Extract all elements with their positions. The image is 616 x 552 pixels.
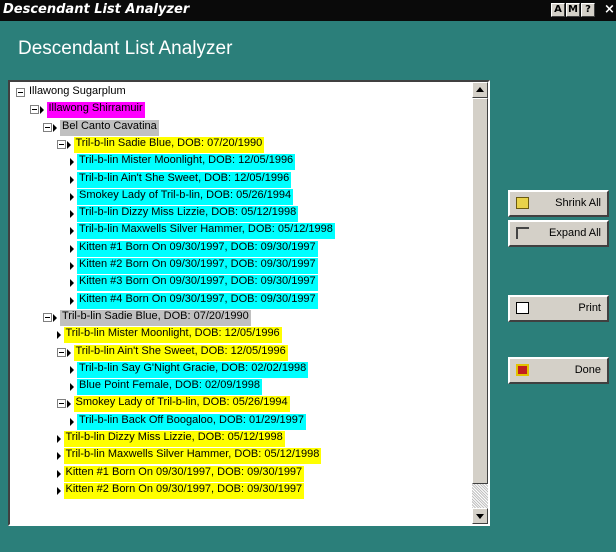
tree-node-label: Kitten #3 Born On 09/30/1997, DOB: 09/30… bbox=[77, 275, 318, 292]
collapse-toggle-icon[interactable] bbox=[43, 312, 52, 322]
tree-node-label: Tril-b-lin Ain't She Sweet, DOB: 12/05/1… bbox=[73, 344, 288, 361]
node-arrow-icon bbox=[66, 348, 71, 357]
collapse-toggle-icon[interactable] bbox=[56, 139, 66, 149]
tree-node-label: Blue Point Female, DOB: 02/09/1998 bbox=[77, 379, 262, 396]
done-button[interactable]: Done bbox=[508, 357, 609, 384]
collapse-toggle-icon[interactable] bbox=[29, 105, 39, 115]
node-arrow-icon bbox=[66, 140, 71, 149]
node-arrow-icon bbox=[70, 175, 74, 184]
node-arrow-icon bbox=[39, 106, 44, 115]
tree-node-label: Tril-b-lin Maxwells Silver Hammer, DOB: … bbox=[77, 223, 335, 240]
node-arrow-icon bbox=[70, 210, 74, 219]
tree-node-label: Tril-b-lin Sadie Blue, DOB: 07/20/1990 bbox=[73, 136, 265, 153]
node-arrow-icon bbox=[56, 486, 61, 495]
tree-node-label: Tril-b-lin Say G'Night Gracie, DOB: 02/0… bbox=[77, 361, 309, 378]
tree-node-label: Tril-b-lin Dizzy Miss Lizzie, DOB: 05/12… bbox=[77, 206, 299, 223]
collapse-toggle-icon[interactable] bbox=[16, 88, 25, 97]
tree-node-label: Kitten #1 Born On 09/30/1997, DOB: 09/30… bbox=[63, 465, 305, 482]
tree-node-label: Tril-b-lin Maxwells Silver Hammer, DOB: … bbox=[63, 448, 322, 465]
node-arrow-icon bbox=[70, 158, 74, 167]
tree-node-label: Tril-b-lin Mister Moonlight, DOB: 12/05/… bbox=[63, 327, 282, 344]
print-label: Print bbox=[578, 302, 601, 314]
node-arrow-icon bbox=[70, 417, 74, 426]
node-arrow-icon bbox=[70, 227, 74, 236]
node-arrow-icon bbox=[53, 123, 57, 132]
shrink-all-button[interactable]: Shrink All bbox=[508, 190, 609, 217]
tree-node-label: Smokey Lady of Tril-b-lin, DOB: 05/26/19… bbox=[77, 188, 294, 205]
node-arrow-icon bbox=[53, 313, 57, 322]
window-title: Descendant List Analyzer bbox=[3, 2, 190, 17]
node-arrow-icon bbox=[56, 435, 61, 443]
vertical-scrollbar[interactable] bbox=[472, 82, 488, 524]
node-arrow-icon bbox=[56, 331, 61, 340]
tree-node-label: Tril-b-lin Back Off Boogaloo, DOB: 01/29… bbox=[77, 413, 307, 430]
node-arrow-icon bbox=[70, 192, 74, 201]
scroll-thumb[interactable] bbox=[472, 98, 488, 484]
node-arrow-icon bbox=[70, 262, 74, 270]
collapse-toggle-icon[interactable] bbox=[56, 399, 66, 409]
expand-all-label: Expand All bbox=[549, 227, 601, 239]
tree-node-label: Tril-b-lin Sadie Blue, DOB: 07/20/1990 bbox=[60, 309, 251, 326]
tree-node-label: Kitten #1 Born On 09/30/1997, DOB: 09/30… bbox=[77, 240, 318, 257]
node-arrow-icon bbox=[56, 469, 61, 478]
scroll-down-arrow-icon[interactable] bbox=[472, 508, 488, 524]
title-bar[interactable]: Descendant List Analyzer A M ? × bbox=[0, 0, 616, 21]
scroll-track[interactable] bbox=[472, 484, 488, 508]
node-arrow-icon bbox=[70, 296, 74, 305]
tree-node-label: Kitten #2 Born On 09/30/1997, DOB: 09/30… bbox=[77, 258, 318, 274]
collapse-toggle-icon[interactable] bbox=[56, 347, 66, 357]
node-arrow-icon bbox=[70, 279, 74, 288]
node-arrow-icon bbox=[70, 244, 74, 253]
folder-icon bbox=[516, 197, 529, 209]
help-button[interactable]: ? bbox=[581, 3, 595, 17]
shrink-all-label: Shrink All bbox=[555, 197, 601, 209]
descendant-tree[interactable]: Illawong Sugarplum Illawong Shirramuir Bel… bbox=[8, 80, 490, 526]
tree-node-label: Illawong Sugarplum bbox=[27, 85, 128, 101]
tree-content: Illawong Sugarplum Illawong Shirramuir Bel… bbox=[10, 82, 472, 524]
node-arrow-icon bbox=[70, 383, 74, 392]
close-button[interactable]: × bbox=[604, 2, 615, 17]
title-button-m[interactable]: M bbox=[566, 3, 580, 17]
collapse-toggle-icon[interactable] bbox=[43, 122, 52, 132]
tree-node-label: Bel Canto Cavatina bbox=[60, 119, 159, 136]
tree-node-label: Tril-b-lin Ain't She Sweet, DOB: 12/05/1… bbox=[77, 171, 292, 188]
tree-node-label: Kitten #2 Born On 09/30/1997, DOB: 09/30… bbox=[63, 482, 305, 499]
tree-node-label: Illawong Shirramuir bbox=[46, 102, 145, 119]
expand-all-button[interactable]: Expand All bbox=[508, 220, 609, 247]
node-arrow-icon bbox=[56, 452, 61, 461]
node-arrow-icon bbox=[66, 400, 71, 409]
tree-icon bbox=[516, 227, 529, 239]
door-icon bbox=[516, 364, 529, 376]
done-label: Done bbox=[574, 364, 601, 376]
tree-node-label: Tril-b-lin Dizzy Miss Lizzie, DOB: 05/12… bbox=[63, 431, 285, 447]
node-arrow-icon bbox=[70, 365, 74, 374]
app-window: Descendant List Analyzer A M ? × Descend… bbox=[0, 0, 616, 552]
tree-node-label: Kitten #4 Born On 09/30/1997, DOB: 09/30… bbox=[77, 292, 318, 309]
title-button-a[interactable]: A bbox=[551, 3, 565, 17]
print-button[interactable]: Print bbox=[508, 295, 609, 322]
page-title: Descendant List Analyzer bbox=[18, 38, 233, 59]
scroll-up-arrow-icon[interactable] bbox=[472, 82, 488, 98]
tree-node-label: Smokey Lady of Tril-b-lin, DOB: 05/26/19… bbox=[73, 396, 290, 413]
tree-node-label: Tril-b-lin Mister Moonlight, DOB: 12/05/… bbox=[77, 154, 296, 171]
printer-icon bbox=[516, 302, 529, 314]
